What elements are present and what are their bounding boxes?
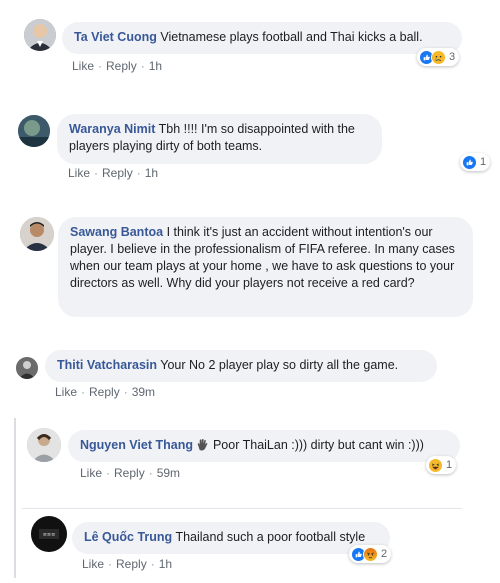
- sad-icon: [431, 49, 446, 65]
- reply-thread-line: [14, 418, 16, 578]
- like-link[interactable]: Like: [55, 385, 77, 399]
- timestamp[interactable]: 1h: [159, 557, 172, 571]
- reaction-summary[interactable]: 1: [426, 456, 457, 474]
- haha-icon: [428, 457, 443, 473]
- avatar[interactable]: [27, 428, 61, 462]
- reaction-count: 1: [446, 459, 453, 471]
- like-link[interactable]: Like: [82, 557, 104, 571]
- timestamp[interactable]: 1h: [145, 166, 158, 180]
- separator-dot: ·: [108, 557, 113, 571]
- avatar[interactable]: [24, 19, 56, 51]
- wave-hand-icon: [196, 438, 209, 456]
- comment-bubble: Waranya Nimit Tbh !!!! I'm so disappoint…: [57, 114, 382, 164]
- comment-author[interactable]: Thiti Vatcharasin: [57, 358, 157, 372]
- comment-actions: Like · Reply · 59m: [80, 466, 180, 480]
- comment-author[interactable]: Ta Viet Cuong: [74, 30, 157, 44]
- comment-text: Poor ThaiLan :))) dirty but cant win :))…: [212, 438, 424, 452]
- avatar[interactable]: [20, 217, 54, 251]
- comment-author[interactable]: Lê Quốc Trung: [84, 530, 172, 544]
- comment-text: Your No 2 player play so dirty all the g…: [160, 358, 399, 372]
- comment-text: Vietnamese plays football and Thai kicks…: [160, 30, 423, 44]
- avatar[interactable]: [16, 357, 38, 379]
- comment-author[interactable]: Nguyen Viet Thang: [80, 438, 193, 452]
- separator-dot: ·: [106, 466, 111, 480]
- separator-dot: ·: [123, 385, 128, 399]
- comment-actions: Like · Reply · 1h: [82, 557, 172, 571]
- reply-link[interactable]: Reply: [116, 557, 147, 571]
- reaction-count: 1: [480, 156, 487, 168]
- separator-dot: ·: [81, 385, 86, 399]
- reply-link[interactable]: Reply: [102, 166, 133, 180]
- reply-link[interactable]: Reply: [106, 59, 137, 73]
- comment-actions: Like · Reply · 1h: [68, 166, 158, 180]
- reaction-summary[interactable]: 3: [417, 48, 460, 66]
- comment-bubble: Nguyen Viet Thang Poor ThaiLan :))) dirt…: [68, 430, 460, 462]
- separator-dot: ·: [98, 59, 103, 73]
- separator-dot: ·: [140, 59, 145, 73]
- reaction-summary[interactable]: 1: [460, 153, 491, 171]
- reply-link[interactable]: Reply: [89, 385, 120, 399]
- comment-bubble: Sawang Bantoa I think it's just an accid…: [58, 217, 473, 317]
- divider: [22, 508, 462, 509]
- reaction-count: 2: [381, 548, 388, 560]
- angry-icon: [363, 546, 378, 562]
- comment-bubble: Ta Viet Cuong Vietnamese plays football …: [62, 22, 462, 54]
- reply-link[interactable]: Reply: [114, 466, 145, 480]
- comment-author[interactable]: Sawang Bantoa: [70, 225, 163, 239]
- comment-actions: Like · Reply · 1h: [72, 59, 162, 73]
- comment-author[interactable]: Waranya Nimit: [69, 122, 155, 136]
- reaction-summary[interactable]: 2: [349, 545, 392, 563]
- comment-text: Thailand such a poor football style: [175, 530, 366, 544]
- separator-dot: ·: [150, 557, 155, 571]
- like-link[interactable]: Like: [72, 59, 94, 73]
- separator-dot: ·: [94, 166, 99, 180]
- svg-text:≡≡≡: ≡≡≡: [43, 532, 56, 538]
- separator-dot: ·: [136, 166, 141, 180]
- like-link[interactable]: Like: [68, 166, 90, 180]
- avatar[interactable]: [18, 115, 50, 147]
- separator-dot: ·: [148, 466, 153, 480]
- comment-bubble: Thiti Vatcharasin Your No 2 player play …: [45, 350, 437, 382]
- like-link[interactable]: Like: [80, 466, 102, 480]
- like-icon: [462, 154, 477, 170]
- avatar[interactable]: ≡≡≡: [31, 516, 67, 552]
- reaction-count: 3: [449, 51, 456, 63]
- comment-bubble: Lê Quốc Trung Thailand such a poor footb…: [72, 522, 390, 554]
- timestamp[interactable]: 39m: [132, 385, 155, 399]
- timestamp[interactable]: 59m: [157, 466, 180, 480]
- timestamp[interactable]: 1h: [149, 59, 162, 73]
- comment-actions: Like · Reply · 39m: [55, 385, 155, 399]
